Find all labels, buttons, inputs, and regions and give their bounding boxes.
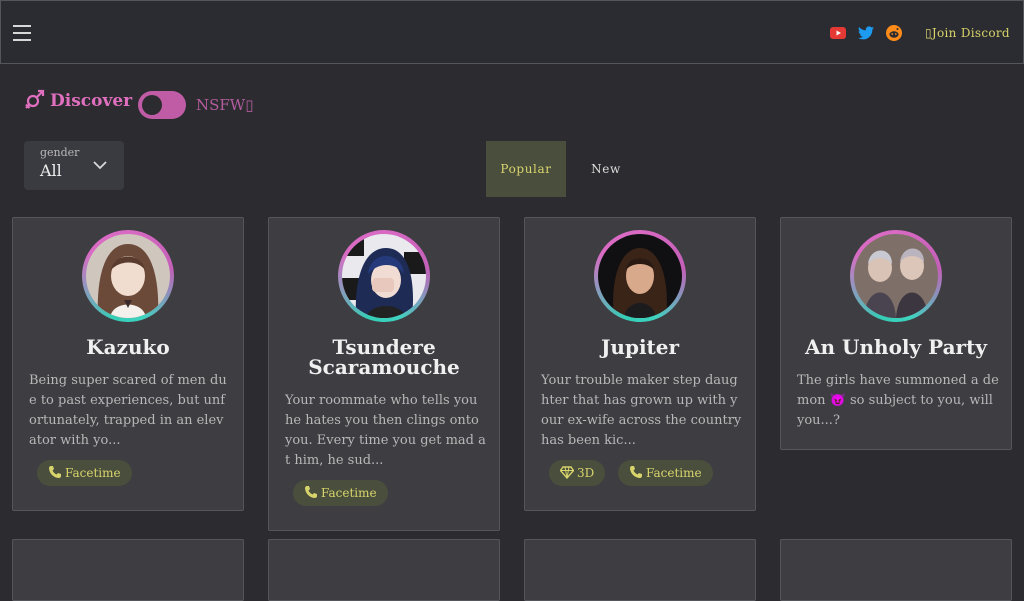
character-card[interactable]: Jupiter Your trouble maker step daughter…: [524, 217, 756, 511]
youtube-icon[interactable]: [829, 24, 847, 42]
character-card[interactable]: [780, 539, 1012, 601]
tag-facetime[interactable]: Facetime: [37, 460, 132, 486]
gender-icon: [24, 88, 46, 114]
hamburger-icon[interactable]: [13, 25, 31, 41]
avatar-ring: [594, 230, 686, 322]
join-discord-link[interactable]: ▯Join Discord: [925, 26, 1010, 40]
tag-label: 3D: [577, 466, 595, 480]
card-name: Jupiter: [600, 335, 680, 359]
nsfw-label-text: NSFW: [196, 96, 246, 114]
gender-select-value: All: [40, 161, 62, 180]
card-name: An Unholy Party: [805, 335, 987, 359]
diamond-icon: [559, 465, 575, 482]
gender-select[interactable]: gender All: [24, 141, 124, 190]
character-card[interactable]: [524, 539, 756, 601]
twitter-icon[interactable]: [857, 24, 875, 42]
character-card[interactable]: Kazuko Being super scared of men due to …: [12, 217, 244, 511]
avatar: [342, 234, 426, 318]
avatar: [598, 234, 682, 318]
tag-facetime[interactable]: Facetime: [293, 480, 388, 506]
avatar: [86, 234, 170, 318]
avatar-ring: [338, 230, 430, 322]
reddit-icon[interactable]: [885, 24, 903, 42]
tag-label: Facetime: [321, 486, 377, 500]
nsfw-toggle[interactable]: [138, 91, 186, 119]
social-links: [829, 24, 903, 42]
tab-popular[interactable]: Popular: [486, 141, 566, 197]
tag-3d[interactable]: 3D: [549, 460, 606, 486]
join-discord-label: Join Discord: [931, 26, 1010, 40]
discord-icon: ▯: [925, 26, 932, 40]
character-card[interactable]: [268, 539, 500, 601]
phone-icon: [48, 465, 62, 482]
character-card[interactable]: [12, 539, 244, 601]
card-description: Your trouble maker step daughter that ha…: [541, 373, 742, 448]
tab-new[interactable]: New: [566, 141, 646, 197]
tag-facetime[interactable]: Facetime: [618, 460, 713, 486]
card-description: Your roommate who tells you he hates you…: [285, 393, 486, 468]
phone-icon: [629, 465, 643, 482]
discover-heading: Discover: [24, 88, 132, 114]
avatar: [854, 234, 938, 318]
card-description: The girls have summoned a demon 😈 so sub…: [797, 373, 999, 428]
toggle-knob: [142, 95, 162, 115]
avatar-ring: [82, 230, 174, 322]
gender-select-label: gender: [40, 146, 80, 159]
chevron-down-icon: [92, 157, 108, 177]
top-bar: ▯Join Discord: [0, 0, 1024, 64]
character-card[interactable]: An Unholy Party The girls have summoned …: [780, 217, 1012, 450]
discover-title: Discover: [50, 91, 133, 111]
info-icon: ▯: [245, 96, 254, 114]
tag-label: Facetime: [646, 466, 702, 480]
tag-label: Facetime: [65, 466, 121, 480]
avatar-ring: [850, 230, 942, 322]
card-description: Being super scared of men due to past ex…: [29, 373, 227, 448]
card-name: Kazuko: [86, 335, 170, 359]
nsfw-label: NSFW▯: [196, 96, 254, 114]
card-name: Tsundere Scaramouche: [308, 335, 460, 379]
phone-icon: [304, 485, 318, 502]
character-card[interactable]: Tsundere Scaramouche Your roommate who t…: [268, 217, 500, 531]
